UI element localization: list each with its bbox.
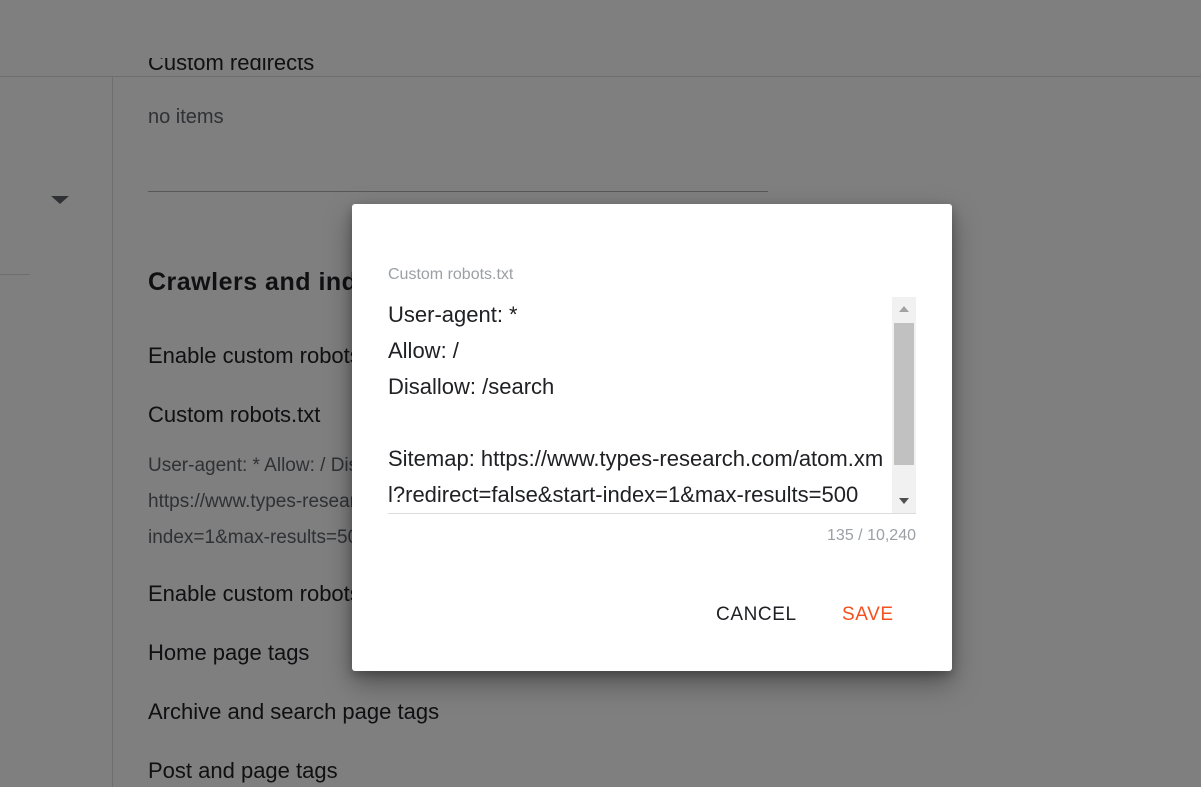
custom-robots-dialog: Custom robots.txt User-agent: * Allow: /…: [352, 204, 952, 671]
scrollbar-thumb[interactable]: [894, 323, 914, 465]
page: Custom redirects no items Crawlers and i…: [0, 0, 1201, 787]
robots-textarea[interactable]: User-agent: * Allow: / Disallow: /search…: [388, 297, 888, 513]
textarea-scrollbar[interactable]: [892, 297, 916, 513]
field-label: Custom robots.txt: [388, 266, 514, 283]
textarea-container: User-agent: * Allow: / Disallow: /search…: [388, 297, 916, 514]
save-button[interactable]: SAVE: [842, 604, 894, 626]
scroll-down-arrow-icon[interactable]: [892, 489, 916, 513]
cancel-button[interactable]: CANCEL: [716, 604, 797, 626]
character-counter: 135 / 10,240: [827, 527, 916, 544]
scroll-up-arrow-icon[interactable]: [892, 297, 916, 321]
